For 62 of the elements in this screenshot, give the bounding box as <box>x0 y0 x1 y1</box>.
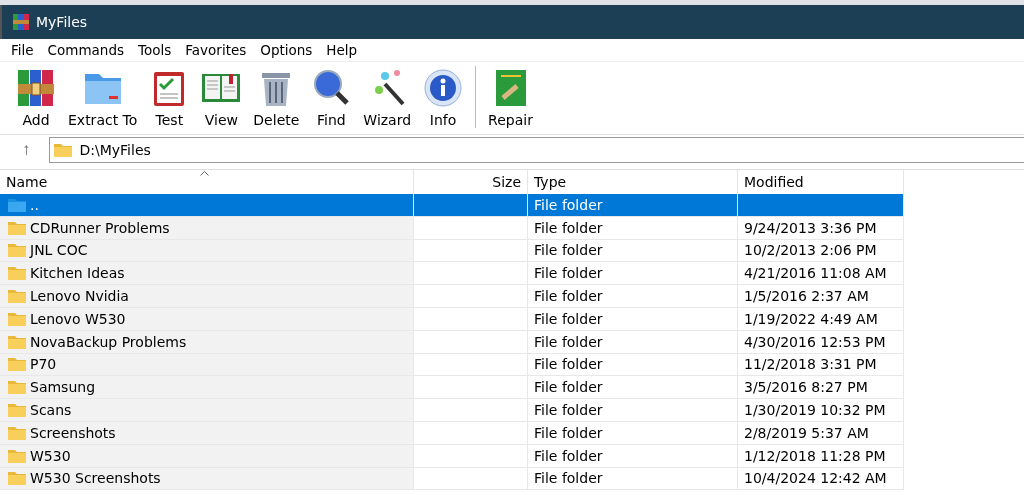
name-cell[interactable]: Samsung <box>0 376 414 400</box>
menu-item[interactable]: Favorites <box>178 42 254 58</box>
folder-icon <box>8 243 26 258</box>
type-cell: File folder <box>528 467 738 491</box>
menu-item[interactable]: Commands <box>40 42 131 58</box>
toolbar-button[interactable]: View <box>195 68 248 134</box>
parent-folder-icon <box>8 197 26 212</box>
folder-icon <box>8 289 26 304</box>
type-cell: File folder <box>528 262 738 286</box>
menu-item[interactable]: File <box>4 42 41 58</box>
toolbar-button[interactable]: Test <box>143 68 196 134</box>
toolbar-button[interactable]: Repair <box>482 68 539 134</box>
name-cell[interactable]: NovaBackup Problems <box>0 330 414 354</box>
folder-icon <box>8 311 26 326</box>
toolbar-button[interactable]: Add <box>10 68 62 134</box>
name-cell[interactable]: W530 Screenshots <box>0 467 414 491</box>
folder-icon <box>8 266 26 281</box>
type-cell: File folder <box>528 399 738 422</box>
sort-caret-icon <box>200 171 209 176</box>
name-cell[interactable]: Lenovo Nvidia <box>0 285 414 308</box>
toolbar-button[interactable]: Wizard <box>357 68 418 134</box>
folder-icon <box>8 334 26 349</box>
name-cell[interactable]: Screenshots <box>0 421 414 445</box>
menu-item[interactable]: Tools <box>131 42 179 58</box>
toolbar-button[interactable]: Extract To <box>62 68 144 134</box>
type-cell: File folder <box>528 285 738 308</box>
folder-icon <box>8 425 26 440</box>
type-cell: File folder <box>528 330 738 354</box>
name-cell[interactable]: Lenovo W530 <box>0 308 414 331</box>
type-cell: File folder <box>528 421 738 445</box>
type-cell: File folder <box>528 308 738 331</box>
name-cell[interactable]: P70 <box>0 353 414 377</box>
folder-icon <box>53 143 72 157</box>
type-cell: File folder <box>528 194 738 217</box>
folder-icon <box>8 220 26 235</box>
name-cell[interactable]: Kitchen Ideas <box>0 262 414 286</box>
name-cell[interactable]: .. <box>0 194 414 217</box>
name-cell[interactable]: W530 <box>0 444 414 468</box>
toolbar-button[interactable]: Find <box>305 68 358 134</box>
type-cell: File folder <box>528 376 738 400</box>
type-cell: File folder <box>528 239 738 263</box>
name-cell[interactable]: Scans <box>0 399 414 422</box>
toolbar-button[interactable]: Info <box>417 68 470 134</box>
window-title: MyFiles <box>36 14 88 30</box>
app-logo-icon <box>12 13 30 31</box>
folder-icon <box>8 448 26 463</box>
toolbar-button[interactable]: Delete <box>247 68 306 134</box>
up-button[interactable]: ↑ <box>14 140 39 160</box>
folder-icon <box>8 357 26 372</box>
archive-books-icon <box>16 68 56 108</box>
folder-icon <box>8 403 26 418</box>
menu-item[interactable]: Help <box>319 42 365 58</box>
info-icon <box>423 68 464 108</box>
folder-icon <box>8 380 26 395</box>
menu-item[interactable]: Options <box>253 42 320 58</box>
name-cell[interactable]: CDRunner Problems <box>0 216 414 240</box>
name-cell[interactable]: JNL COC <box>0 239 414 263</box>
type-cell: File folder <box>528 444 738 468</box>
folder-icon <box>8 471 26 486</box>
type-cell: File folder <box>528 216 738 240</box>
type-cell: File folder <box>528 353 738 377</box>
address-field[interactable]: D:\MyFiles <box>48 137 1024 163</box>
